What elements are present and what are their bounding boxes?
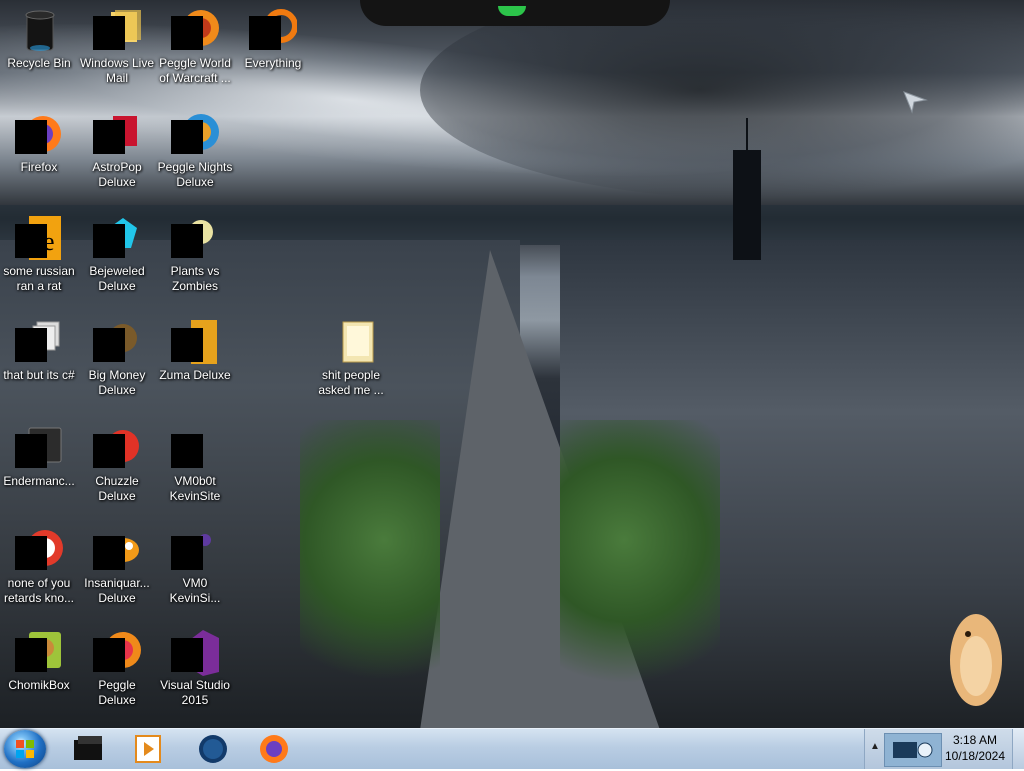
trees-left: [300, 420, 440, 720]
desktop-icon-bejeweled[interactable]: Bejeweled Deluxe: [78, 214, 156, 294]
icon-label: shit people asked me ...: [318, 368, 384, 397]
desktop-icon-some-russian-ran-a-rat[interactable]: e some russian ran a rat: [0, 214, 78, 294]
icon-label: Insaniquar... Deluxe: [84, 576, 150, 605]
redaction: [93, 224, 125, 258]
icon-label: Big Money Deluxe: [88, 368, 146, 397]
desktop-icon-big-money[interactable]: Big Money Deluxe: [78, 318, 156, 398]
redaction: [15, 328, 47, 362]
redaction: [93, 16, 125, 50]
start-button[interactable]: [4, 730, 46, 768]
desktop-icon-that-but-its-csharp[interactable]: that but its c#: [0, 318, 78, 383]
desktop-icon-plants-vs-zombies[interactable]: Plants vs Zombies: [156, 214, 234, 294]
taskbar-app-firefox[interactable]: [252, 732, 296, 766]
redaction: [15, 536, 47, 570]
redaction: [249, 16, 281, 50]
icon-label: Plants vs Zombies: [170, 264, 220, 293]
desktop-icon-recycle-bin[interactable]: Recycle Bin: [0, 6, 78, 71]
desktop-icon-endermanch[interactable]: Endermanc...: [0, 424, 78, 489]
redaction: [93, 120, 125, 154]
icon-label: Firefox: [20, 160, 58, 174]
redaction: [15, 434, 47, 468]
desktop-icon-zuma[interactable]: Zuma Deluxe: [156, 318, 234, 383]
recycle-bin-icon: [25, 10, 55, 51]
redaction: [171, 224, 203, 258]
redaction: [15, 120, 47, 154]
desktop-icon-everything[interactable]: Everything: [234, 6, 312, 71]
clock[interactable]: 3:18 AM 10/18/2024: [940, 732, 1010, 764]
icon-label: AstroPop Deluxe: [92, 160, 142, 189]
redaction: [171, 328, 203, 362]
icon-label: Visual Studio 2015: [160, 678, 230, 707]
icon-label: VM0b0t KevinSite: [169, 474, 221, 503]
redaction: [93, 638, 125, 672]
redaction: [171, 434, 203, 468]
paper-plane-icon: [903, 91, 928, 114]
icon-label: that but its c#: [3, 368, 75, 382]
taskbar-app-media-player[interactable]: [126, 732, 170, 766]
taskbar-app-globe[interactable]: [191, 732, 235, 766]
redaction: [93, 328, 125, 362]
desktop-icon-windows-live-mail[interactable]: Windows Live Mail: [78, 6, 156, 86]
trees-right: [560, 420, 720, 720]
icon-label: Endermanc...: [3, 474, 75, 488]
firefox-icon: [260, 735, 288, 763]
icon-label: ChomikBox: [8, 678, 70, 692]
tower: [733, 150, 761, 260]
redaction: [171, 16, 203, 50]
redaction: [171, 536, 203, 570]
redaction: [171, 638, 203, 672]
icon-label: Windows Live Mail: [79, 56, 155, 85]
media-player-icon: [135, 735, 161, 763]
icon-label: none of you retards kno...: [3, 576, 75, 605]
icon-label: Everything: [244, 56, 302, 70]
desktop-icon-shit-people-asked-me[interactable]: shit people asked me ...: [312, 318, 390, 398]
desktop-icon-astropop[interactable]: AstroPop Deluxe: [78, 110, 156, 190]
camera-icon: [893, 742, 933, 758]
folder-icon: [342, 321, 374, 363]
icon-label: Peggle Nights Deluxe: [157, 160, 233, 189]
icon-label: Peggle Deluxe: [98, 678, 136, 707]
desktop-icon-peggle-nights[interactable]: Peggle Nights Deluxe: [156, 110, 234, 190]
icon-label: Zuma Deluxe: [159, 368, 231, 382]
icon-label: some russian ran a rat: [3, 264, 75, 293]
windows-logo-icon: [16, 740, 34, 758]
desktop-icon-firefox[interactable]: Firefox: [0, 110, 78, 175]
clock-date: 10/18/2024: [944, 749, 1006, 763]
desktop-icon-chomikbox[interactable]: ChomikBox: [0, 628, 78, 693]
icon-label: Peggle World of Warcraft ...: [159, 56, 231, 85]
taskbar: ▲ 3:18 AM 10/18/2024: [0, 728, 1024, 769]
tray-app-icon[interactable]: [884, 733, 942, 767]
redaction: [15, 224, 47, 258]
clock-time: 3:18 AM: [952, 733, 998, 747]
desktop-icon-insaniquarium[interactable]: Insaniquar... Deluxe: [78, 526, 156, 606]
redaction: [93, 536, 125, 570]
desktop-icon-chuzzle[interactable]: Chuzzle Deluxe: [78, 424, 156, 504]
icon-label: Bejeweled Deluxe: [89, 264, 145, 293]
desktop-icon-peggle-wow[interactable]: Peggle World of Warcraft ...: [156, 6, 234, 86]
icon-label: VM0 KevinSi...: [169, 576, 221, 605]
black-box-icon: [74, 736, 102, 760]
icon-label: Recycle Bin: [7, 56, 71, 70]
globe-icon: [199, 735, 227, 763]
desktop-icon-vm0b0t-kevinsite[interactable]: VM0b0t KevinSite: [156, 424, 234, 504]
desktop-icon-vm0-kevinsi[interactable]: VM0 KevinSi...: [156, 526, 234, 606]
desktop-icon-visual-studio-2015[interactable]: Visual Studio 2015: [156, 628, 234, 708]
redaction: [171, 120, 203, 154]
show-desktop-button[interactable]: [1012, 729, 1024, 769]
taskbar-app-black-box[interactable]: [66, 732, 110, 766]
desktop-pet-hamster-icon[interactable]: [944, 604, 1004, 708]
redaction: [15, 638, 47, 672]
show-hidden-icons-icon[interactable]: ▲: [870, 741, 880, 752]
desktop-icon-peggle-deluxe[interactable]: Peggle Deluxe: [78, 628, 156, 708]
icon-label: Chuzzle Deluxe: [95, 474, 139, 503]
tower-antenna: [746, 118, 748, 152]
desktop-icon-none-of-you[interactable]: none of you retards kno...: [0, 526, 78, 606]
redaction: [93, 434, 125, 468]
